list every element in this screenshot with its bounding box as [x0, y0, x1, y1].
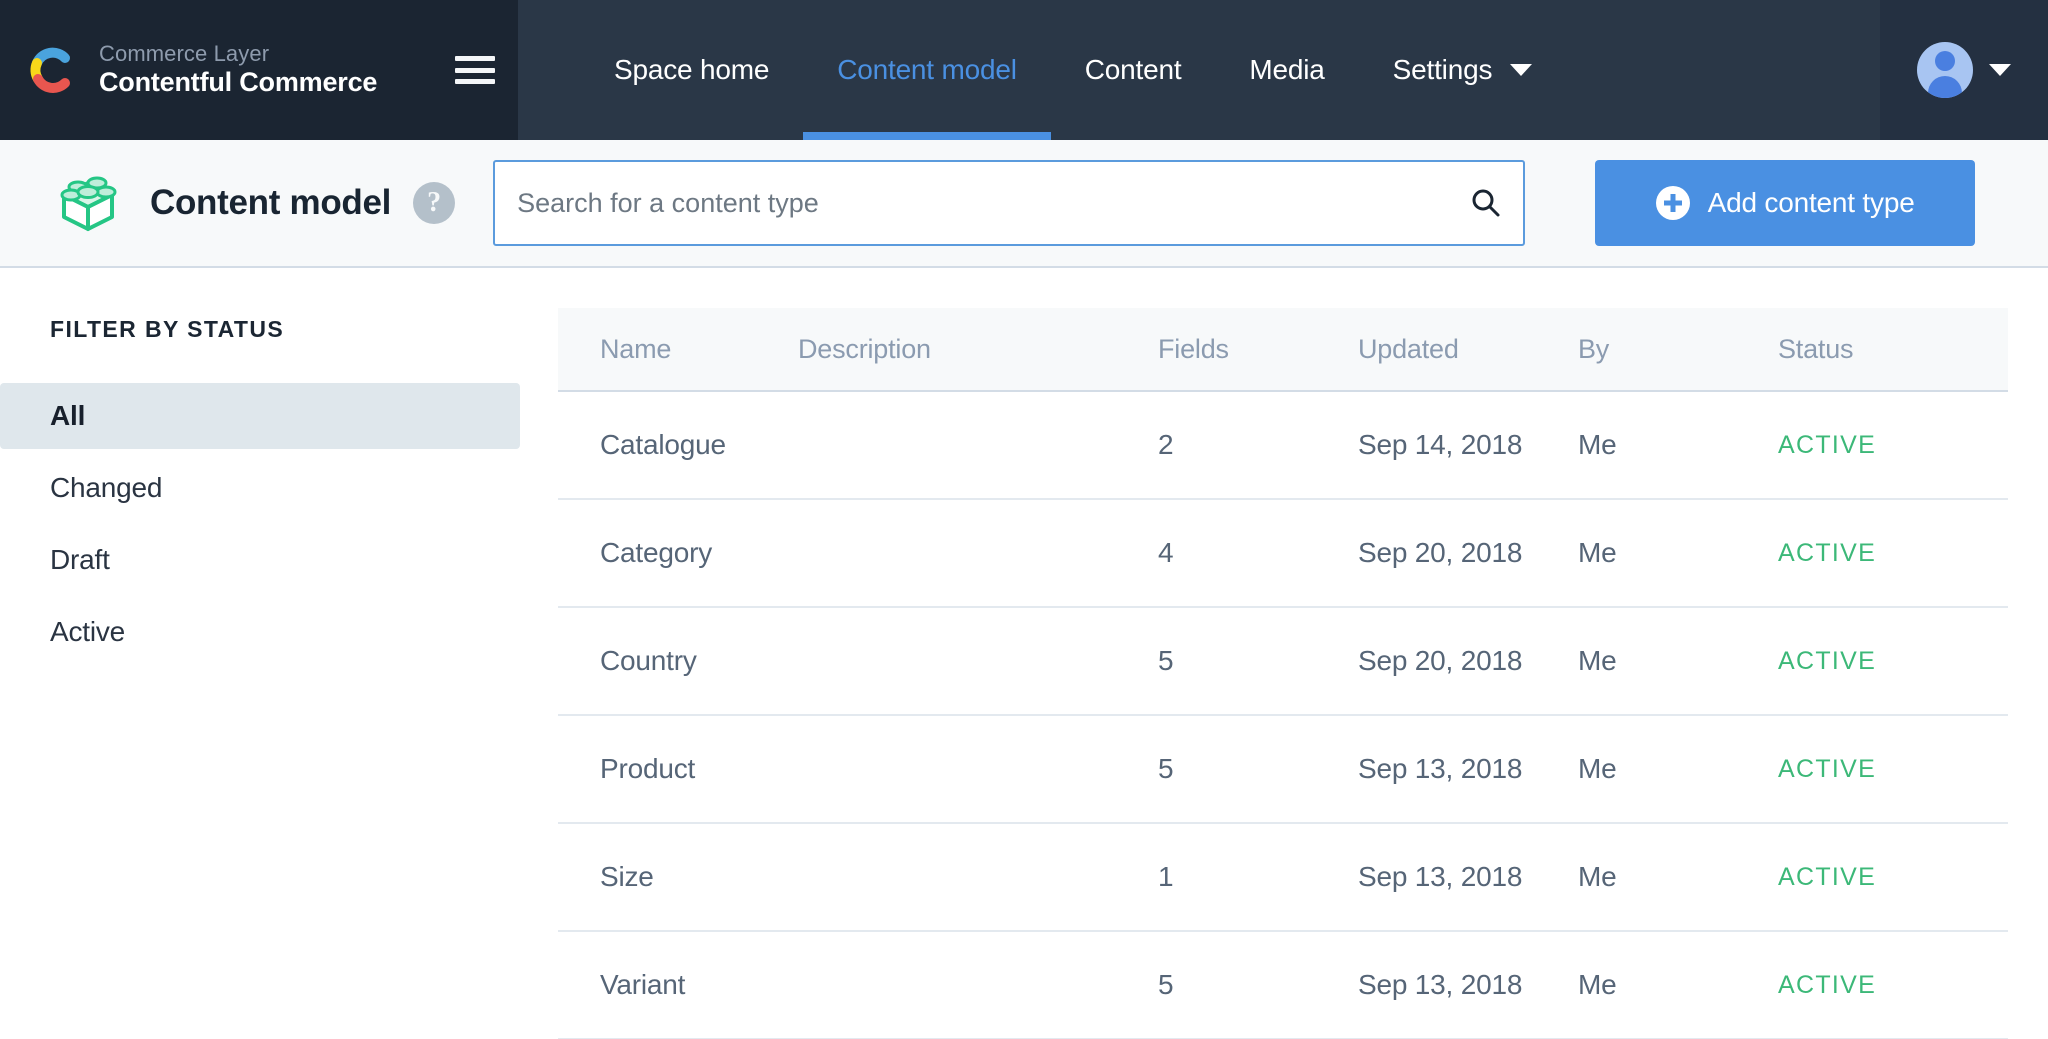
brand-text: Commerce Layer Contentful Commerce	[99, 41, 377, 99]
table-row[interactable]: Country 5 Sep 20, 2018 Me ACTIVE	[558, 608, 2008, 716]
chevron-down-icon	[1989, 64, 2011, 76]
column-header-by: By	[1578, 334, 1778, 365]
status-badge: ACTIVE	[1778, 863, 2008, 892]
sidebar-item-active[interactable]: Active	[0, 599, 520, 665]
table-row[interactable]: Size 1 Sep 13, 2018 Me ACTIVE	[558, 824, 2008, 932]
column-header-status: Status	[1778, 334, 2008, 365]
plus-circle-icon	[1656, 186, 1690, 220]
organization-name: Commerce Layer	[99, 41, 377, 67]
sidebar-item-label: Changed	[50, 472, 162, 504]
sidebar-item-label: Active	[50, 616, 125, 648]
cell-updated: Sep 13, 2018	[1358, 861, 1578, 893]
search-field-wrapper[interactable]	[493, 160, 1525, 246]
nav-tab-label: Space home	[614, 54, 769, 86]
sidebar-item-draft[interactable]: Draft	[0, 527, 520, 593]
table-row[interactable]: Variant 5 Sep 13, 2018 Me ACTIVE	[558, 932, 2008, 1039]
status-badge: ACTIVE	[1778, 539, 2008, 568]
nav-tab-label: Media	[1249, 54, 1324, 86]
status-badge: ACTIVE	[1778, 647, 2008, 676]
nav-tab-settings[interactable]: Settings	[1359, 0, 1567, 140]
content-types-table: Name Description Fields Updated By Statu…	[558, 308, 2008, 1039]
content-model-page: Commerce Layer Contentful Commerce Space…	[0, 0, 2048, 1039]
sidebar-item-label: All	[50, 400, 85, 432]
cell-by: Me	[1578, 969, 1778, 1001]
cell-name: Category	[558, 537, 798, 569]
cell-fields: 1	[1158, 861, 1358, 893]
page-body: FILTER BY STATUS All Changed Draft Activ…	[0, 270, 2048, 1039]
help-glyph: ?	[427, 187, 441, 219]
cell-name: Country	[558, 645, 798, 677]
cell-updated: Sep 20, 2018	[1358, 537, 1578, 569]
cell-name: Variant	[558, 969, 798, 1001]
status-badge: ACTIVE	[1778, 971, 2008, 1000]
table-row[interactable]: Product 5 Sep 13, 2018 Me ACTIVE	[558, 716, 2008, 824]
cell-updated: Sep 20, 2018	[1358, 645, 1578, 677]
table-row[interactable]: Catalogue 2 Sep 14, 2018 Me ACTIVE	[558, 392, 2008, 500]
page-subheader: Content model ? Add content type	[0, 140, 2048, 268]
page-title: Content model	[150, 183, 391, 223]
cell-updated: Sep 13, 2018	[1358, 753, 1578, 785]
hamburger-bar	[455, 56, 495, 61]
top-navigation-bar: Commerce Layer Contentful Commerce Space…	[0, 0, 2048, 140]
status-filter-sidebar: FILTER BY STATUS All Changed Draft Activ…	[0, 270, 520, 665]
nav-tab-label: Settings	[1393, 54, 1493, 86]
cell-fields: 5	[1158, 645, 1358, 677]
cell-by: Me	[1578, 753, 1778, 785]
nav-tab-media[interactable]: Media	[1215, 0, 1358, 140]
status-badge: ACTIVE	[1778, 431, 2008, 460]
commerce-layer-logo-icon	[25, 44, 77, 96]
sidebar-item-all[interactable]: All	[0, 383, 520, 449]
cell-name: Size	[558, 861, 798, 893]
hamburger-icon[interactable]	[455, 56, 495, 84]
table-header-row: Name Description Fields Updated By Statu…	[558, 308, 2008, 392]
chevron-down-icon	[1510, 64, 1532, 76]
column-header-description: Description	[798, 334, 1158, 365]
sidebar-item-changed[interactable]: Changed	[0, 455, 520, 521]
add-content-type-button[interactable]: Add content type	[1595, 160, 1975, 246]
cell-name: Product	[558, 753, 798, 785]
cell-by: Me	[1578, 861, 1778, 893]
filter-by-status-heading: FILTER BY STATUS	[50, 316, 520, 343]
cell-fields: 5	[1158, 969, 1358, 1001]
column-header-updated: Updated	[1358, 334, 1578, 365]
status-badge: ACTIVE	[1778, 755, 2008, 784]
nav-tab-content[interactable]: Content	[1051, 0, 1216, 140]
column-header-name: Name	[558, 334, 798, 365]
cell-fields: 4	[1158, 537, 1358, 569]
cell-fields: 2	[1158, 429, 1358, 461]
cell-by: Me	[1578, 645, 1778, 677]
nav-tab-content-model[interactable]: Content model	[803, 0, 1051, 140]
nav-tab-label: Content model	[837, 54, 1017, 86]
nav-tab-label: Content	[1085, 54, 1182, 86]
user-avatar-icon	[1917, 42, 1973, 98]
lego-brick-icon	[50, 165, 126, 241]
nav-tab-list: Space home Content model Content Media S…	[518, 0, 1880, 140]
account-menu-button[interactable]	[1880, 0, 2048, 140]
cell-fields: 5	[1158, 753, 1358, 785]
search-input[interactable]	[495, 188, 1449, 219]
space-name: Contentful Commerce	[99, 67, 377, 99]
search-icon[interactable]	[1449, 161, 1523, 245]
column-header-fields: Fields	[1158, 334, 1358, 365]
sidebar-item-label: Draft	[50, 544, 110, 576]
add-content-type-label: Add content type	[1708, 187, 1915, 219]
help-question-icon[interactable]: ?	[413, 182, 455, 224]
cell-by: Me	[1578, 537, 1778, 569]
cell-by: Me	[1578, 429, 1778, 461]
nav-tab-space-home[interactable]: Space home	[580, 0, 803, 140]
cell-name: Catalogue	[558, 429, 798, 461]
table-row[interactable]: Category 4 Sep 20, 2018 Me ACTIVE	[558, 500, 2008, 608]
hamburger-bar	[455, 79, 495, 84]
filter-list: All Changed Draft Active	[0, 383, 520, 665]
cell-updated: Sep 14, 2018	[1358, 429, 1578, 461]
hamburger-bar	[455, 68, 495, 73]
cell-updated: Sep 13, 2018	[1358, 969, 1578, 1001]
brand-panel: Commerce Layer Contentful Commerce	[0, 0, 518, 140]
